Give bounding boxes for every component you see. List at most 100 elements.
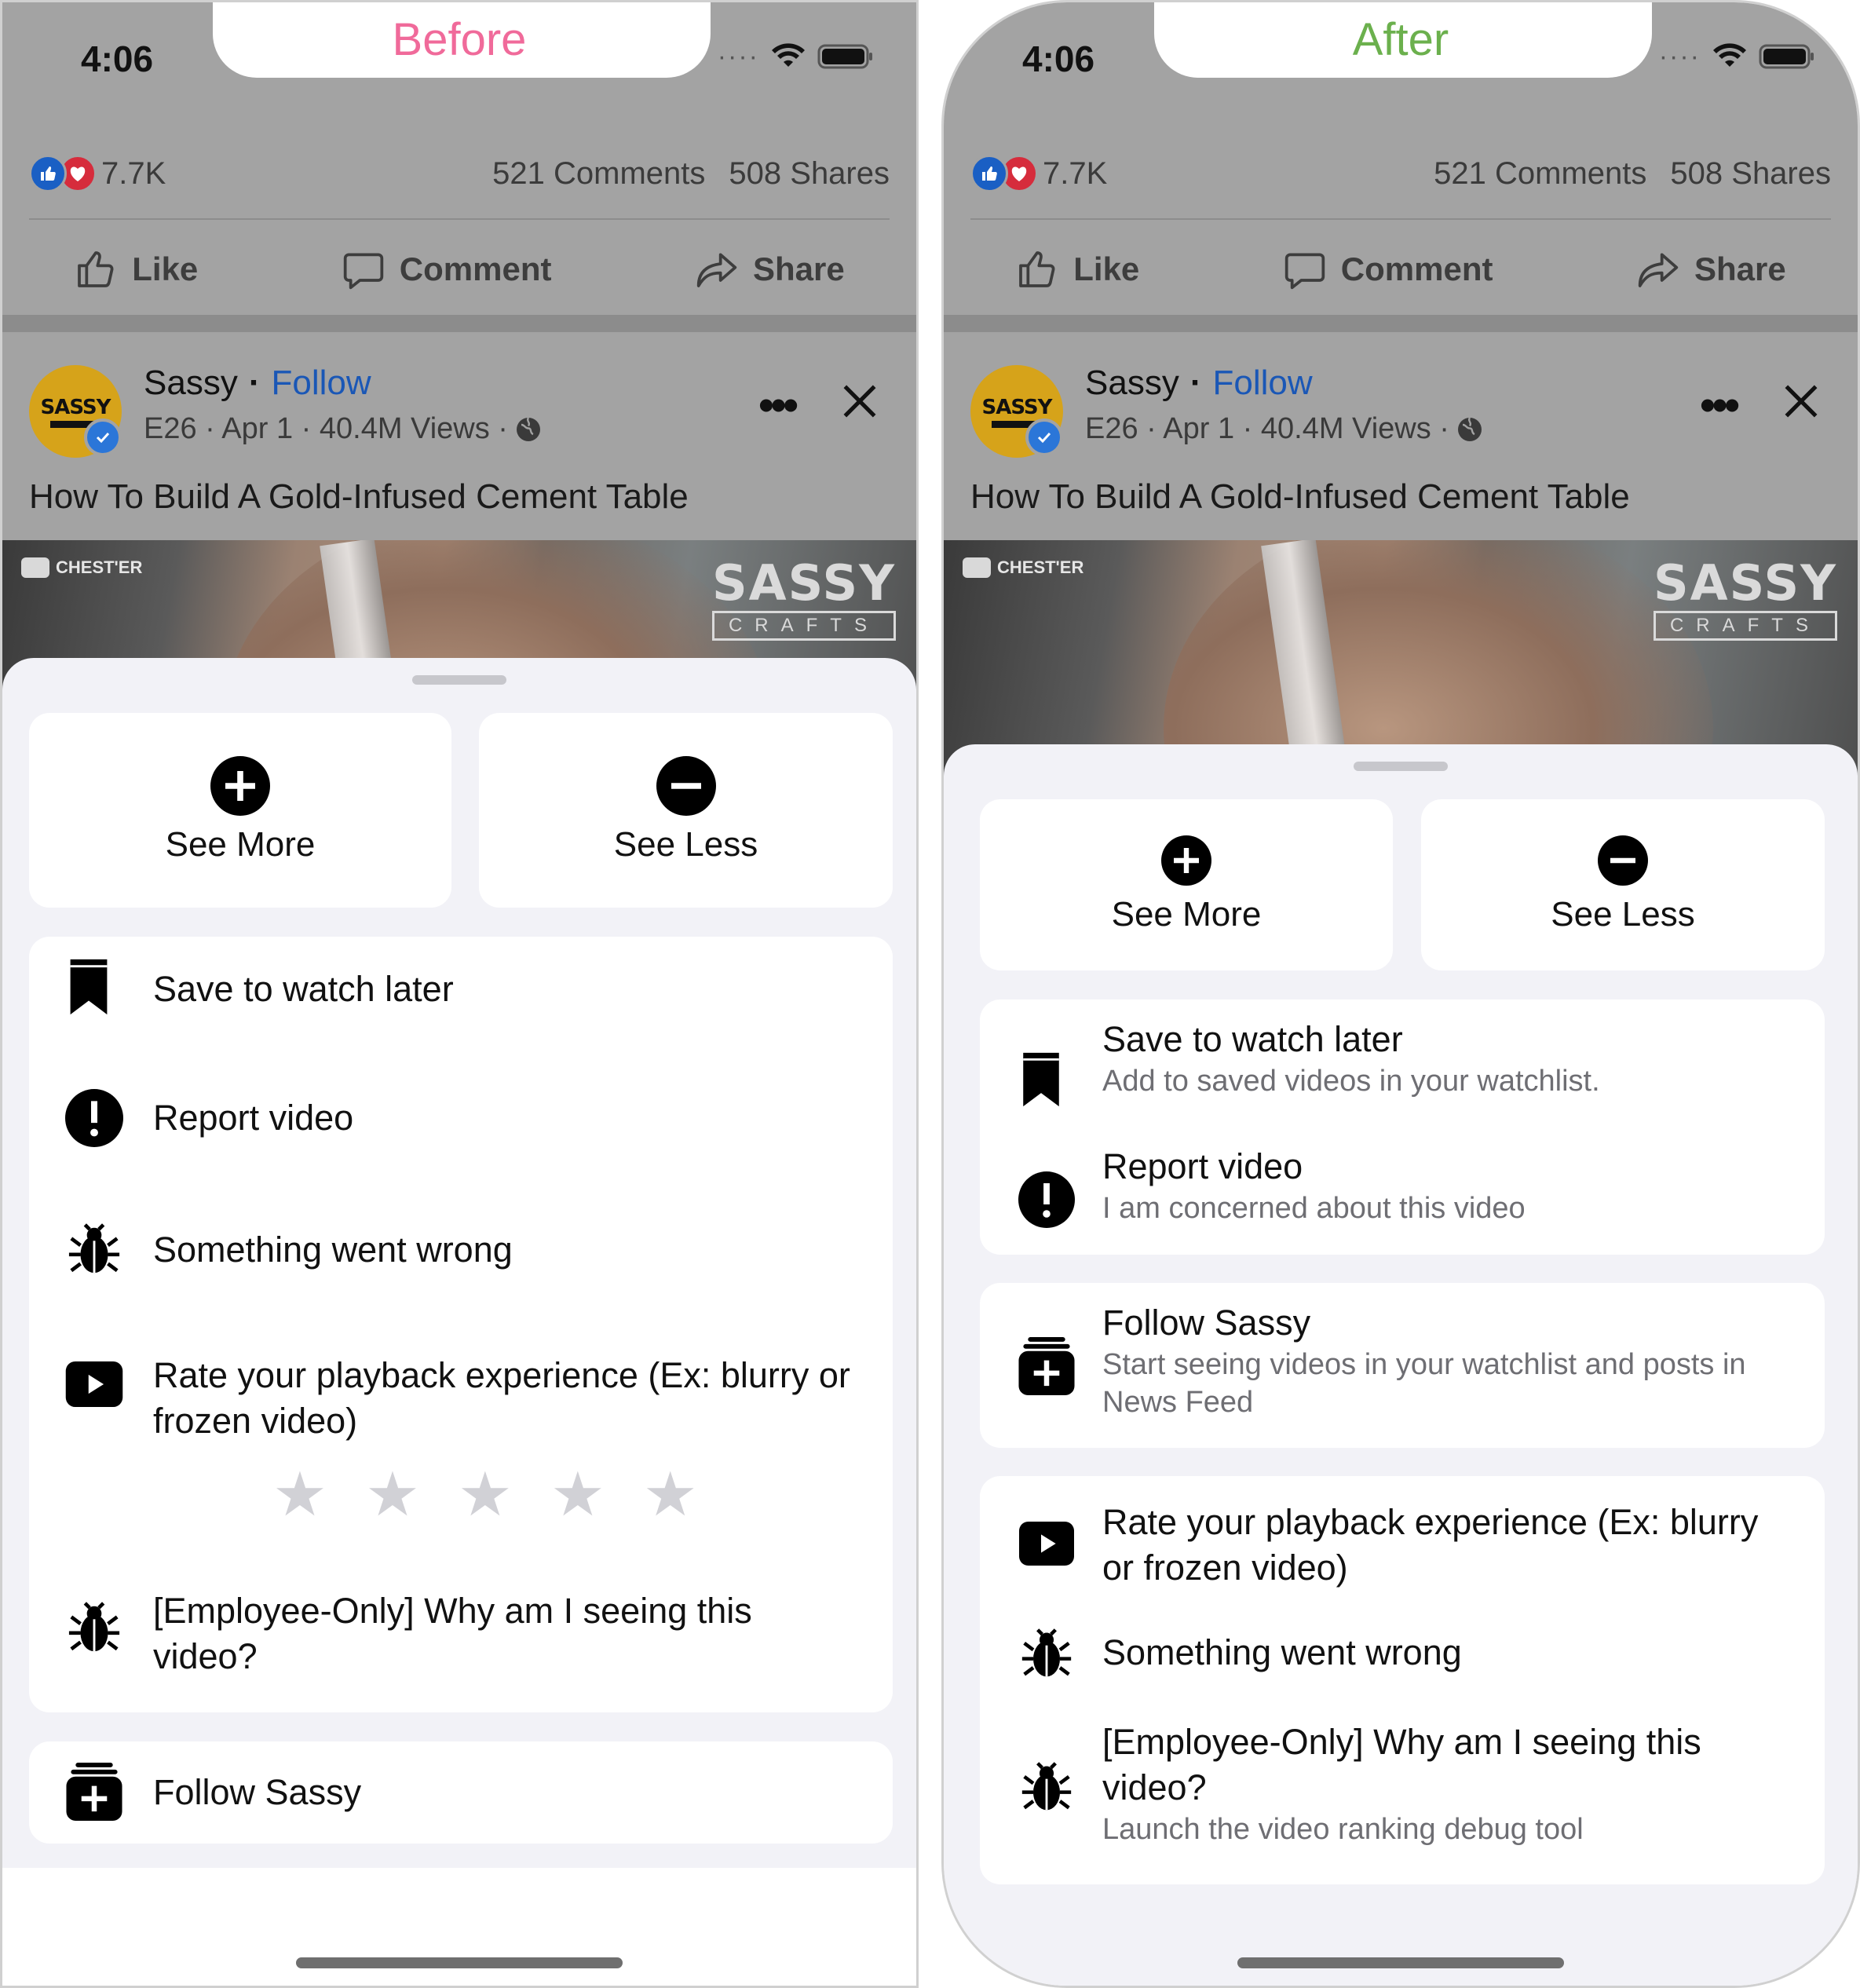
status-icons: ···· bbox=[718, 43, 874, 70]
verified-badge-icon bbox=[1025, 418, 1063, 456]
item-title: Report video bbox=[1102, 1146, 1303, 1186]
item-title: Rate your playback experience (Ex: blurr… bbox=[1102, 1502, 1759, 1588]
post-header: SASSY Sassy · Follow E26 · Apr 1 · 40.4M… bbox=[29, 356, 890, 466]
comment-button[interactable]: Comment bbox=[342, 247, 552, 291]
star-icon[interactable]: ★ bbox=[365, 1459, 420, 1530]
rating-stars[interactable]: ★ ★ ★ ★ ★ bbox=[272, 1459, 698, 1530]
more-options-icon[interactable]: ••• bbox=[1700, 379, 1740, 430]
like-button[interactable]: Like bbox=[74, 247, 198, 291]
comment-button[interactable]: Comment bbox=[1283, 247, 1493, 291]
close-icon[interactable] bbox=[838, 379, 882, 427]
signal-icon: ···· bbox=[717, 42, 759, 71]
feed-separator bbox=[944, 315, 1858, 332]
see-less-button[interactable]: See Less bbox=[1421, 799, 1825, 970]
star-icon[interactable]: ★ bbox=[643, 1459, 698, 1530]
reaction-summary[interactable]: 7.7K 521 Comments 508 Shares bbox=[29, 150, 890, 197]
post-meta: E26 · Apr 1 · 40.4M Views · bbox=[1085, 412, 1484, 446]
video-watermark-left: CHEST'ER bbox=[963, 557, 1083, 578]
feed-separator bbox=[2, 315, 916, 332]
follow-title: Follow Sassy bbox=[153, 1772, 362, 1812]
item-title: [Employee-Only] Why am I seeing this vid… bbox=[1102, 1722, 1701, 1807]
dot-separator: · bbox=[1189, 364, 1202, 402]
bug-icon bbox=[1018, 1625, 1076, 1683]
comment-label: Comment bbox=[399, 250, 552, 287]
comment-bubble-icon bbox=[343, 253, 383, 290]
minus-circle-icon bbox=[656, 756, 716, 816]
like-label: Like bbox=[1073, 250, 1140, 287]
alert-icon bbox=[1018, 1171, 1076, 1229]
like-button[interactable]: Like bbox=[1015, 247, 1139, 291]
comment-bubble-icon bbox=[1284, 253, 1325, 290]
battery-icon bbox=[817, 44, 872, 69]
bug-icon bbox=[1018, 1759, 1076, 1817]
video-logo-subtext: CRAFTS bbox=[711, 611, 896, 641]
reaction-icons bbox=[29, 155, 97, 192]
report-video-item[interactable]: Report video bbox=[29, 1080, 893, 1182]
follow-subtitle: Start seeing videos in your watchlist an… bbox=[1102, 1348, 1746, 1419]
minus-circle-icon bbox=[1598, 835, 1648, 886]
something-went-wrong-item[interactable]: Something went wrong bbox=[980, 1617, 1825, 1704]
see-less-button[interactable]: See Less bbox=[479, 713, 893, 908]
play-icon bbox=[65, 1361, 123, 1408]
star-icon[interactable]: ★ bbox=[272, 1459, 327, 1530]
see-more-label: See More bbox=[165, 825, 316, 864]
see-more-button[interactable]: See More bbox=[29, 713, 451, 908]
author-name[interactable]: Sassy bbox=[144, 364, 238, 403]
home-indicator[interactable] bbox=[1237, 1957, 1564, 1968]
video-brand-logo: SASSY CRAFTS bbox=[1653, 554, 1837, 641]
reaction-summary[interactable]: 7.7K 521 Comments 508 Shares bbox=[970, 150, 1831, 197]
status-icons: ···· bbox=[1659, 43, 1815, 70]
options-bottom-sheet: See More See Less Save to watch later Ad… bbox=[944, 744, 1858, 1986]
rate-playback-item[interactable]: Rate your playback experience (Ex: blurr… bbox=[980, 1500, 1825, 1602]
save-watch-later-item[interactable]: Save to watch later bbox=[29, 951, 893, 1053]
video-logo-text: SASSY bbox=[1653, 554, 1837, 612]
video-watermark-text: CHEST'ER bbox=[997, 557, 1084, 577]
post-meta-text: E26 · Apr 1 · 40.4M Views · bbox=[1085, 412, 1449, 445]
more-options-icon[interactable]: ••• bbox=[758, 379, 798, 430]
avatar-logo-text: SASSY bbox=[40, 395, 111, 419]
battery-icon bbox=[1759, 44, 1814, 69]
wifi-icon bbox=[772, 43, 805, 67]
star-icon[interactable]: ★ bbox=[550, 1459, 605, 1530]
see-more-button[interactable]: See More bbox=[980, 799, 1393, 970]
share-button[interactable]: Share bbox=[1636, 247, 1786, 291]
follow-link[interactable]: Follow bbox=[271, 364, 371, 403]
save-watch-later-item[interactable]: Save to watch later Add to saved videos … bbox=[980, 1017, 1825, 1127]
share-button[interactable]: Share bbox=[695, 247, 845, 291]
follow-card[interactable]: Follow Sassy Start seeing videos in your… bbox=[980, 1283, 1825, 1448]
sheet-grabber[interactable] bbox=[1354, 762, 1448, 771]
bug-icon bbox=[65, 1221, 123, 1279]
post-title: How To Build A Gold-Infused Cement Table bbox=[29, 477, 689, 516]
employee-why-seeing-item[interactable]: [Employee-Only] Why am I seeing this vid… bbox=[980, 1719, 1825, 1877]
close-icon[interactable] bbox=[1779, 379, 1823, 427]
dot-separator: · bbox=[248, 364, 261, 402]
before-phone-screen: Before 4:06 ···· 7.7K 521 Comments 508 S… bbox=[0, 0, 919, 1988]
report-video-item[interactable]: Report video I am concerned about this v… bbox=[980, 1144, 1825, 1246]
shares-count[interactable]: 508 Shares bbox=[729, 156, 890, 192]
post-meta-text: E26 · Apr 1 · 40.4M Views · bbox=[144, 412, 508, 445]
item-title: Something went wrong bbox=[153, 1230, 513, 1270]
post-meta: E26 · Apr 1 · 40.4M Views · bbox=[144, 412, 543, 446]
comments-count[interactable]: 521 Comments bbox=[1434, 156, 1646, 192]
author-name[interactable]: Sassy bbox=[1085, 364, 1179, 403]
follow-link[interactable]: Follow bbox=[1212, 364, 1312, 403]
video-brand-logo: SASSY CRAFTS bbox=[711, 559, 896, 641]
see-less-label: See Less bbox=[1551, 895, 1695, 934]
video-play-badge-icon bbox=[963, 557, 991, 578]
sheet-grabber[interactable] bbox=[412, 675, 506, 685]
shares-count[interactable]: 508 Shares bbox=[1670, 156, 1831, 192]
video-watermark-left: CHEST'ER bbox=[21, 557, 142, 578]
see-less-label: See Less bbox=[613, 825, 758, 864]
employee-why-seeing-item[interactable]: [Employee-Only] Why am I seeing this vid… bbox=[29, 1588, 893, 1706]
share-arrow-icon bbox=[696, 253, 737, 287]
author-line: Sassy · Follow bbox=[144, 364, 371, 403]
video-logo-subtext: CRAFTS bbox=[1653, 611, 1837, 641]
comments-count[interactable]: 521 Comments bbox=[492, 156, 705, 192]
home-indicator[interactable] bbox=[296, 1957, 623, 1968]
divider bbox=[970, 218, 1831, 220]
something-went-wrong-item[interactable]: Something went wrong bbox=[29, 1211, 893, 1314]
star-icon[interactable]: ★ bbox=[458, 1459, 513, 1530]
item-subtitle: Launch the video ranking debug tool bbox=[1102, 1813, 1584, 1846]
follow-card[interactable]: Follow Sassy bbox=[29, 1741, 893, 1844]
like-reaction-icon bbox=[29, 155, 67, 192]
